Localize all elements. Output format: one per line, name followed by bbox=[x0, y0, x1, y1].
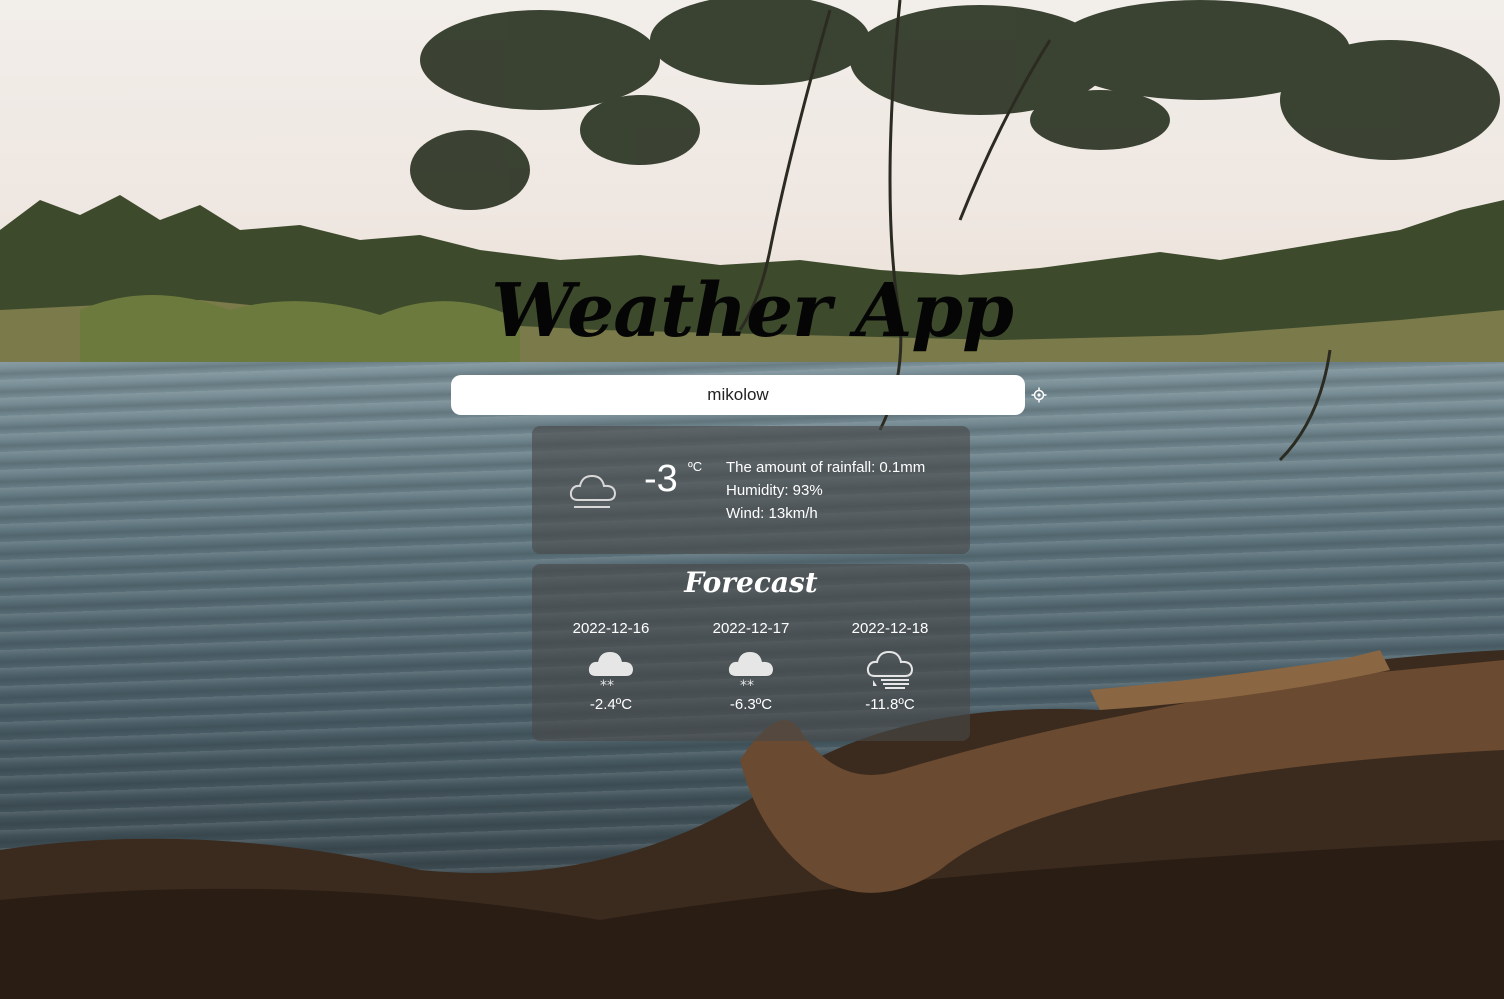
forecast-day: 2022-12-17 ** -6.3ºC bbox=[691, 620, 811, 713]
snow-cloud-icon: ** bbox=[586, 648, 636, 694]
cloud-icon bbox=[568, 468, 618, 514]
temperature-unit: ºC bbox=[688, 459, 703, 474]
forecast-day: 2022-12-16 ** -2.4ºC bbox=[551, 620, 671, 713]
wind-text: Wind: 13km/h bbox=[726, 505, 818, 522]
current-weather-card: -3 ºC The amount of rainfall: 0.1mm Humi… bbox=[532, 426, 970, 554]
city-search-input[interactable] bbox=[451, 375, 1025, 415]
search-bar bbox=[451, 375, 1051, 415]
snow-cloud-icon: ** bbox=[726, 648, 776, 694]
forecast-date: 2022-12-17 bbox=[712, 620, 790, 637]
forecast-day: 2022-12-18 -11.8ºC bbox=[830, 620, 950, 713]
rainfall-text: The amount of rainfall: 0.1mm bbox=[726, 459, 926, 476]
forecast-title: Forecast bbox=[684, 566, 818, 599]
current-temperature: -3 bbox=[644, 458, 678, 500]
forecast-date: 2022-12-18 bbox=[851, 620, 929, 637]
forecast-temperature: -2.4ºC bbox=[589, 696, 633, 713]
forecast-temperature: -6.3ºC bbox=[729, 696, 773, 713]
humidity-text: Humidity: 93% bbox=[726, 482, 823, 499]
weather-details: The amount of rainfall: 0.1mm Humidity: … bbox=[726, 456, 925, 525]
svg-text:**: ** bbox=[740, 678, 754, 694]
forecast-card: Forecast 2022-12-16 ** -2.4ºC 2022-12-17… bbox=[532, 564, 970, 741]
forecast-date: 2022-12-16 bbox=[572, 620, 650, 637]
forecast-temperature: -11.8ºC bbox=[865, 696, 915, 713]
svg-text:**: ** bbox=[600, 678, 614, 694]
wind-cloud-icon bbox=[865, 648, 915, 694]
location-crosshair-icon[interactable] bbox=[1031, 387, 1047, 403]
app-title: Weather App bbox=[491, 268, 1014, 354]
